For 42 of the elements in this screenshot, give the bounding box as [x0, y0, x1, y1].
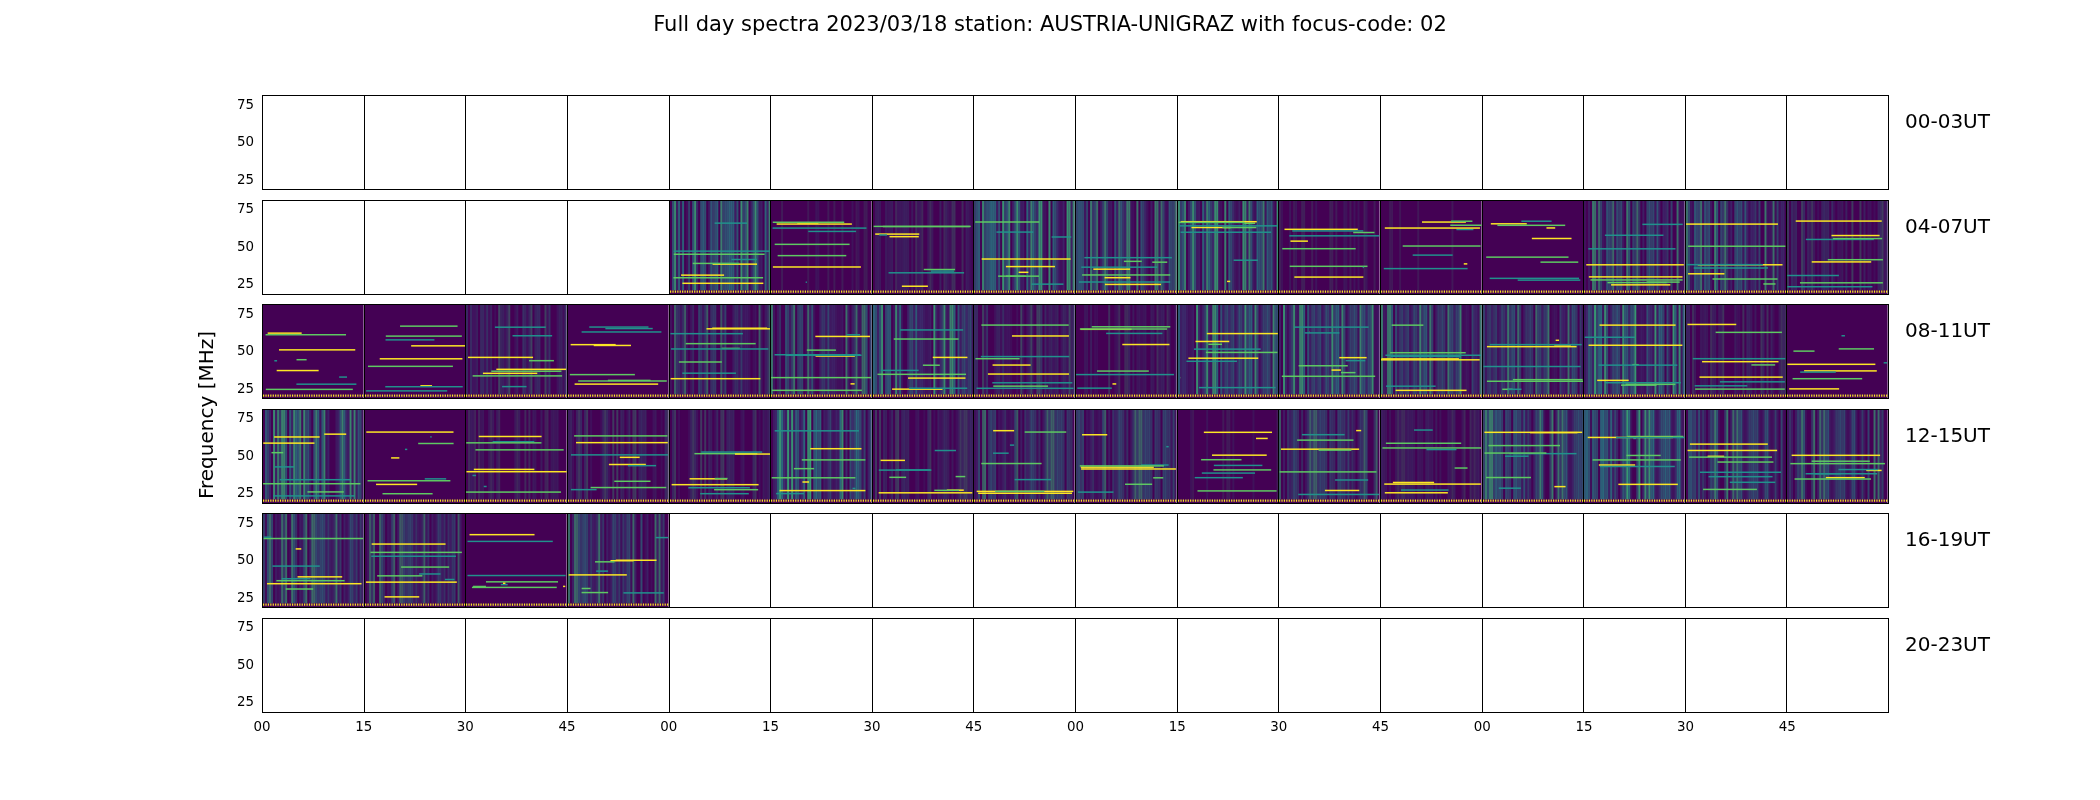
y-tick-label: 50 — [236, 447, 254, 463]
y-tick-label: 50 — [236, 342, 254, 358]
y-tick-label: 50 — [236, 133, 254, 149]
x-tick-label: 30 — [456, 719, 474, 734]
x-tick-label: 45 — [965, 719, 983, 734]
y-tick-label: 75 — [236, 96, 254, 112]
y-tick-label: 50 — [236, 551, 254, 567]
y-tick-label: 25 — [236, 171, 254, 187]
row-label: 20-23UT — [1905, 630, 1990, 658]
x-tick-label: 15 — [1575, 719, 1593, 734]
y-tick-label: 25 — [236, 380, 254, 396]
y-tick-label: 25 — [236, 484, 254, 500]
y-tick-label: 25 — [236, 693, 254, 709]
x-tick-label: 00 — [1067, 719, 1084, 734]
row-label: 12-15UT — [1905, 421, 1990, 449]
x-tick-label: 15 — [761, 719, 779, 734]
row-label: 16-19UT — [1905, 526, 1990, 553]
y-tick-label: 75 — [236, 409, 254, 425]
y-tick-label: 50 — [236, 656, 254, 672]
x-tick-label: 30 — [1677, 719, 1695, 734]
x-tick-label: 00 — [253, 719, 271, 734]
x-tick-label: 15 — [355, 719, 373, 734]
x-tick-label: 00 — [660, 719, 678, 734]
row-label: 08-11UT — [1905, 317, 1990, 344]
y-tick-label: 75 — [236, 514, 254, 530]
y-tick-label: 25 — [236, 275, 254, 291]
y-tick-label: 25 — [236, 589, 254, 605]
x-tick-label: 15 — [1168, 719, 1186, 734]
y-axis-label: Frequency [MHz] — [193, 330, 218, 500]
y-tick-label: 75 — [236, 305, 254, 321]
y-tick-label: 75 — [236, 200, 254, 216]
x-tick-label: 45 — [1778, 719, 1796, 734]
x-tick-label: 00 — [1473, 719, 1491, 734]
x-tick-label: 30 — [1270, 719, 1288, 734]
row-label: 04-07UT — [1905, 212, 1990, 240]
row-label: 00-03UT — [1905, 108, 1990, 135]
x-tick-label: 30 — [863, 719, 881, 734]
x-tick-label: 45 — [558, 719, 576, 734]
x-tick-label: 45 — [1372, 719, 1390, 734]
y-tick-label: 75 — [236, 618, 254, 634]
y-tick-label: 50 — [236, 238, 254, 254]
figure-title: Full day spectra 2023/03/18 station: AUSTRIA-UNIGRAZ with focus-code: 02 — [652, 11, 1448, 38]
